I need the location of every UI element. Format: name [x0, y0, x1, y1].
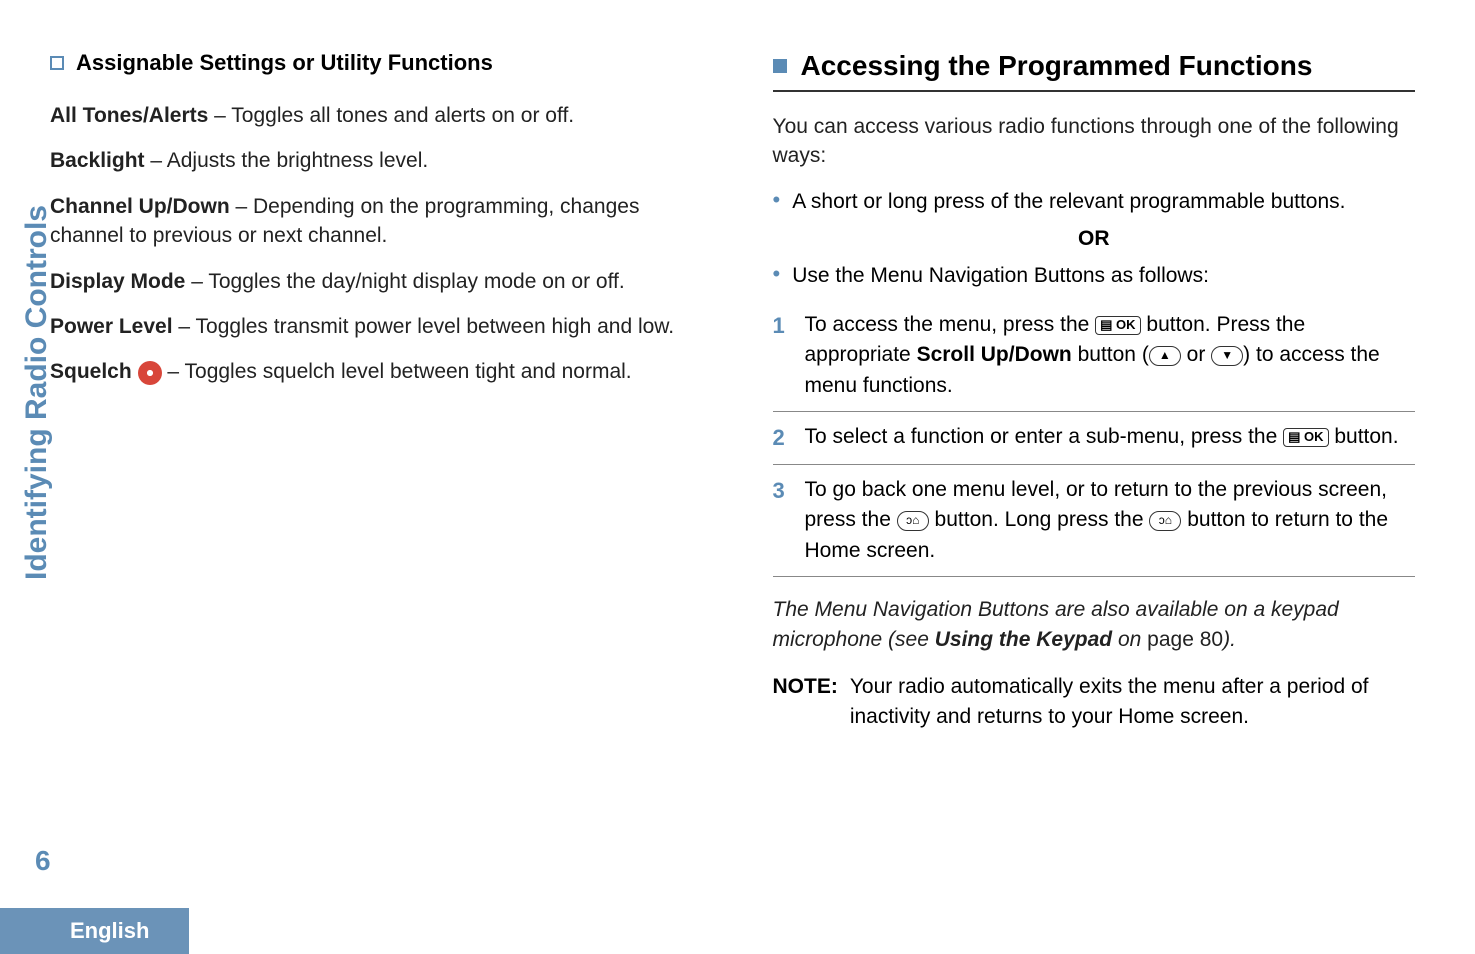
- accessing-functions-heading: Accessing the Programmed Functions: [773, 50, 1416, 92]
- entry-backlight: Backlight – Adjusts the brightness level…: [50, 146, 693, 175]
- step2-a: To select a function or enter a sub-menu…: [805, 425, 1284, 448]
- ok-button-icon: ▤ OK: [1095, 316, 1140, 335]
- note-text: Your radio automatically exits the menu …: [850, 672, 1415, 733]
- assignable-settings-title-text: Assignable Settings or Utility Functions: [76, 50, 493, 76]
- entry-squelch-desc: – Toggles squelch level between tight an…: [167, 360, 631, 383]
- ok-button-icon: ▤ OK: [1283, 428, 1328, 447]
- step1-c: button (: [1072, 343, 1149, 366]
- entry-display-label: Display Mode: [50, 270, 185, 293]
- scroll-up-icon: ▲: [1149, 346, 1181, 366]
- entry-backlight-desc: – Adjusts the brightness level.: [145, 149, 429, 172]
- entry-power-desc: – Toggles transmit power level between h…: [173, 315, 675, 338]
- entry-channel-label: Channel Up/Down: [50, 195, 230, 218]
- menu-note-b: on: [1112, 628, 1147, 651]
- entry-all-tones: All Tones/Alerts – Toggles all tones and…: [50, 101, 693, 130]
- step1-scroll-bold: Scroll Up/Down: [917, 343, 1072, 366]
- entry-backlight-label: Backlight: [50, 149, 145, 172]
- accessing-functions-heading-text: Accessing the Programmed Functions: [801, 50, 1313, 82]
- entry-power-label: Power Level: [50, 315, 173, 338]
- entry-power: Power Level – Toggles transmit power lev…: [50, 312, 693, 341]
- step-2: 2 To select a function or enter a sub-me…: [773, 412, 1416, 465]
- intro-text: You can access various radio functions t…: [773, 112, 1416, 171]
- step1-d: or: [1181, 343, 1211, 366]
- step3-b: button. Long press the: [929, 508, 1150, 531]
- page-number: 6: [35, 845, 51, 877]
- step-2-text: To select a function or enter a sub-menu…: [805, 422, 1399, 454]
- step-1: 1 To access the menu, press the ▤ OK but…: [773, 300, 1416, 412]
- back-home-icon: ᴐ⌂: [1149, 511, 1181, 531]
- or-separator: OR: [773, 227, 1416, 251]
- step-3-number: 3: [773, 475, 791, 566]
- entry-channel: Channel Up/Down – Depending on the progr…: [50, 192, 693, 251]
- step-1-text: To access the menu, press the ▤ OK butto…: [805, 310, 1416, 401]
- note-label: NOTE:: [773, 672, 838, 733]
- entry-squelch: Squelch – Toggles squelch level between …: [50, 357, 693, 386]
- bullet-short-long-press: • A short or long press of the relevant …: [773, 187, 1416, 217]
- bullet2-text: Use the Menu Navigation Buttons as follo…: [792, 261, 1209, 291]
- menu-note-c: ).: [1223, 628, 1236, 651]
- step-2-number: 2: [773, 422, 791, 454]
- entry-all-tones-desc: – Toggles all tones and alerts on or off…: [208, 104, 574, 127]
- bullet-dot-icon: •: [773, 261, 781, 291]
- step-3-text: To go back one menu level, or to return …: [805, 475, 1416, 566]
- step2-b: button.: [1329, 425, 1399, 448]
- language-tab: English: [0, 908, 189, 954]
- menu-note-page: page 80: [1147, 628, 1223, 651]
- entry-all-tones-label: All Tones/Alerts: [50, 104, 208, 127]
- back-home-icon: ᴐ⌂: [897, 511, 929, 531]
- step-3: 3 To go back one menu level, or to retur…: [773, 465, 1416, 577]
- menu-note-bold: Using the Keypad: [935, 628, 1112, 651]
- step-1-number: 1: [773, 310, 791, 401]
- filled-square-icon: [773, 59, 787, 73]
- menu-nav-note: The Menu Navigation Buttons are also ava…: [773, 595, 1416, 654]
- sidebar-chapter-label: Identifying Radio Controls: [20, 205, 54, 580]
- step1-a: To access the menu, press the: [805, 313, 1096, 336]
- assignable-settings-title: Assignable Settings or Utility Functions: [50, 50, 693, 76]
- entry-squelch-label: Squelch: [50, 360, 132, 383]
- left-column: Assignable Settings or Utility Functions…: [50, 50, 693, 733]
- bullet-dot-icon: •: [773, 187, 781, 217]
- bullet1-text: A short or long press of the relevant pr…: [792, 187, 1345, 217]
- scroll-down-icon: ▼: [1211, 346, 1243, 366]
- entry-display-desc: – Toggles the day/night display mode on …: [185, 270, 624, 293]
- note-row: NOTE: Your radio automatically exits the…: [773, 672, 1416, 733]
- squelch-circle-icon: [138, 361, 162, 385]
- right-column: Accessing the Programmed Functions You c…: [773, 50, 1416, 733]
- bullet-menu-nav: • Use the Menu Navigation Buttons as fol…: [773, 261, 1416, 291]
- entry-display: Display Mode – Toggles the day/night dis…: [50, 267, 693, 296]
- outline-square-icon: [50, 56, 64, 70]
